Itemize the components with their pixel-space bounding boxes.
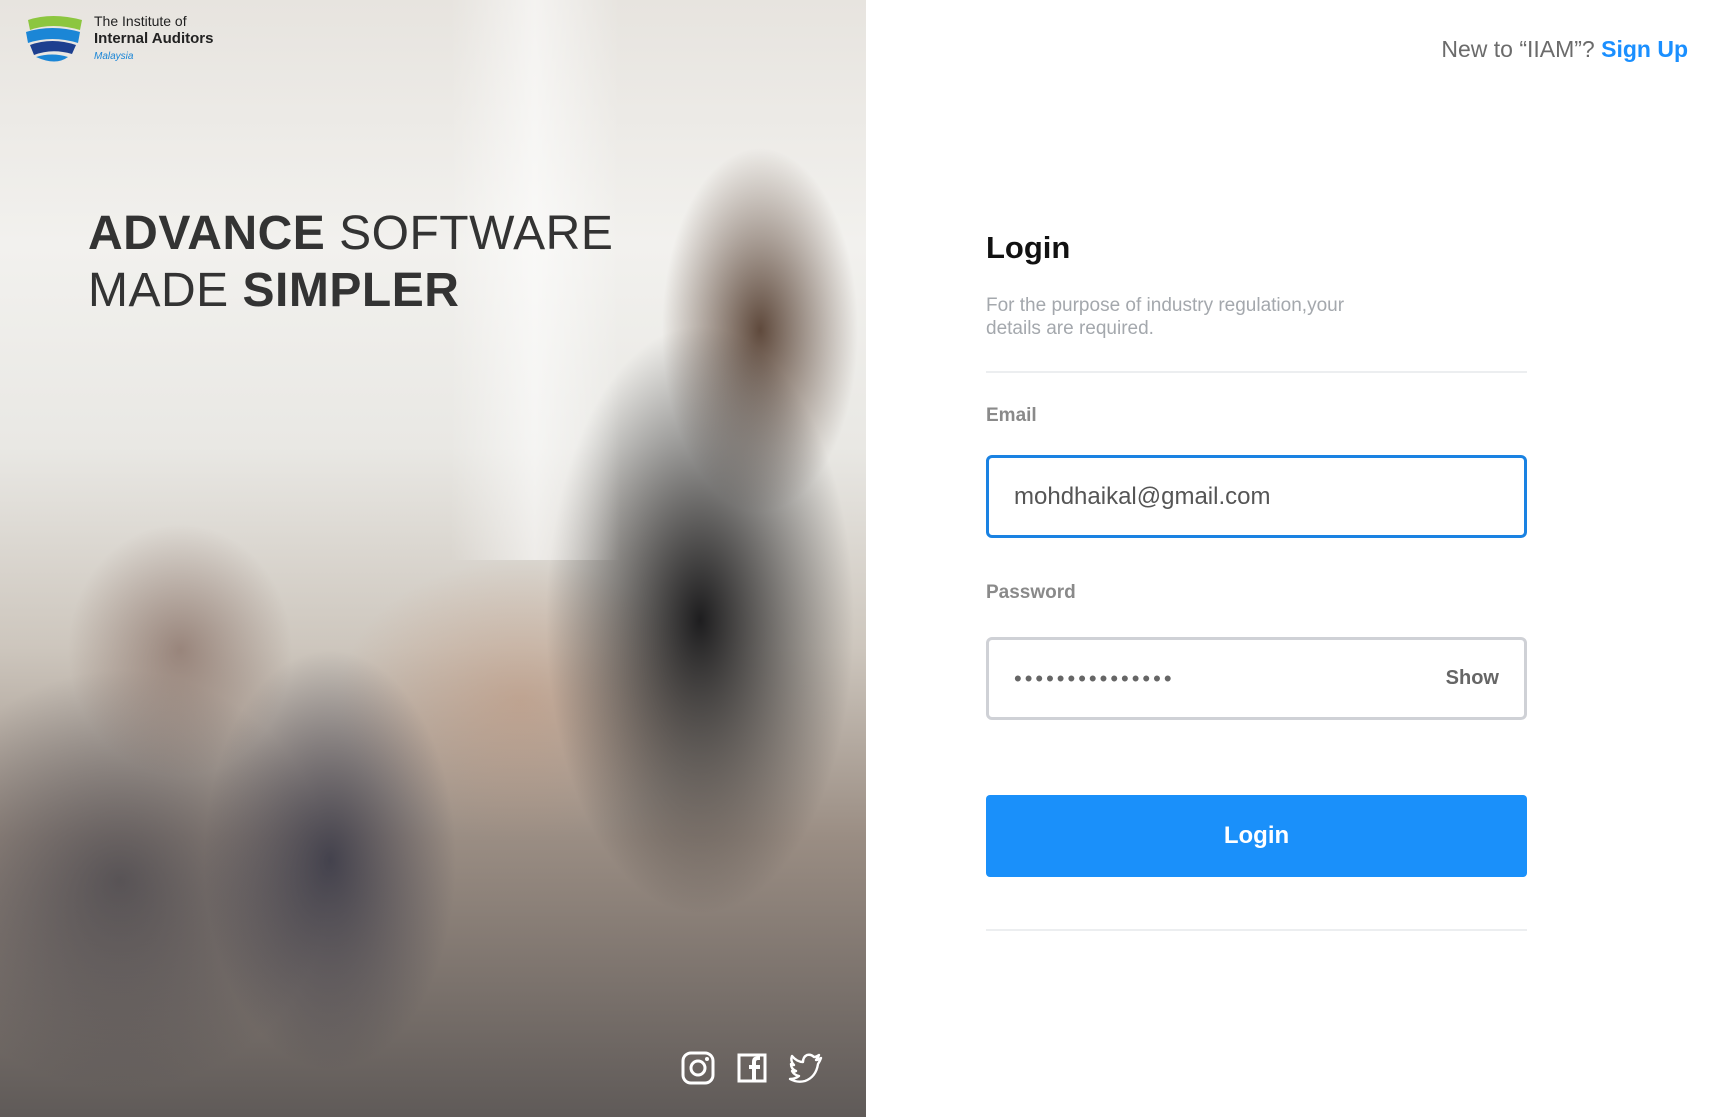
signup-prompt: New to “IIAM”? Sign Up xyxy=(1441,36,1688,63)
email-value[interactable]: mohdhaikal@gmail.com xyxy=(1014,483,1270,511)
divider-top xyxy=(986,371,1527,373)
show-password-button[interactable]: Show xyxy=(1446,667,1499,690)
signup-prompt-text: New to “IIAM”? xyxy=(1441,36,1602,62)
hero-panel: The Institute of Internal Auditors Malay… xyxy=(0,0,866,1117)
brand-logo[interactable]: The Institute of Internal Auditors Malay… xyxy=(22,10,213,67)
login-button[interactable]: Login xyxy=(986,795,1527,877)
headline-bold-2: SIMPLER xyxy=(242,264,460,317)
brand-line3: Malaysia xyxy=(94,51,134,62)
instagram-icon[interactable] xyxy=(680,1050,716,1086)
headline-light-1: SOFTWARE xyxy=(325,207,614,260)
email-label: Email xyxy=(986,405,1037,426)
globe-logo-icon xyxy=(26,16,82,62)
social-links xyxy=(680,1050,824,1086)
twitter-icon[interactable] xyxy=(788,1050,824,1086)
facebook-icon[interactable] xyxy=(734,1050,770,1086)
divider-bottom xyxy=(986,929,1527,931)
brand-line1: The Institute of xyxy=(94,13,187,29)
hero-headline: ADVANCE SOFTWARE MADE SIMPLER xyxy=(88,205,613,319)
password-label: Password xyxy=(986,582,1076,603)
login-form: Login For the purpose of industry regula… xyxy=(986,230,1527,931)
signup-link[interactable]: Sign Up xyxy=(1601,36,1688,62)
login-title: Login xyxy=(986,230,1071,265)
brand-line2: Internal Auditors xyxy=(94,30,214,47)
headline-bold-1: ADVANCE xyxy=(88,207,326,260)
password-field[interactable]: ••••••••••••••• Show xyxy=(986,637,1527,720)
password-value[interactable]: ••••••••••••••• xyxy=(1014,666,1175,692)
email-field[interactable]: mohdhaikal@gmail.com xyxy=(986,455,1527,538)
headline-light-2: MADE xyxy=(88,264,243,317)
login-subtitle: For the purpose of industry regulation,y… xyxy=(986,295,1345,339)
